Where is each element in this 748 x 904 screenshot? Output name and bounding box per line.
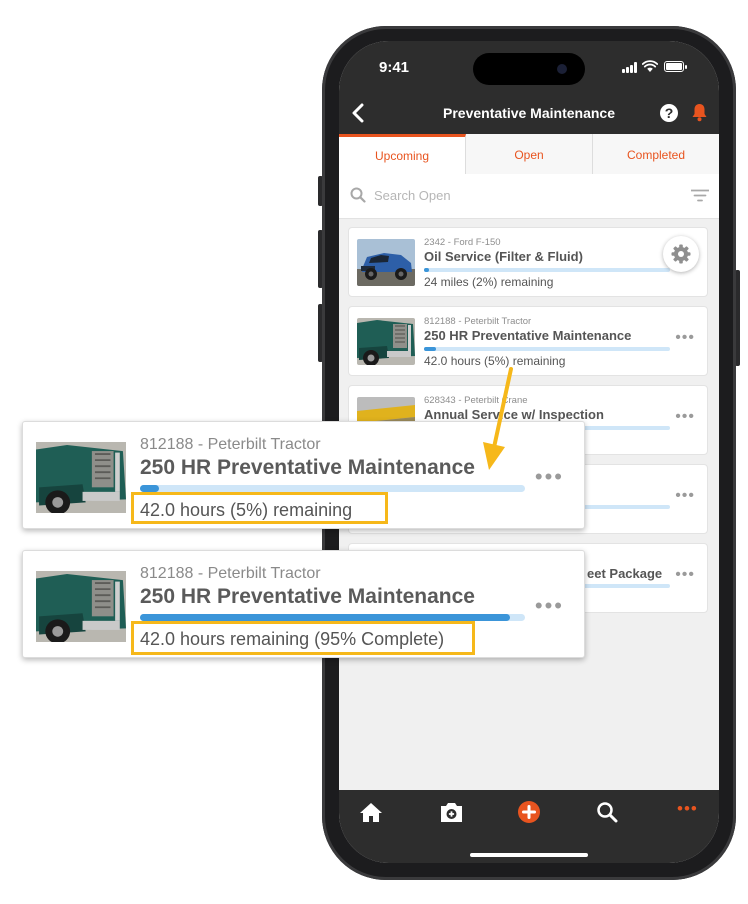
- search-nav-icon[interactable]: [596, 801, 618, 823]
- search-icon: [350, 187, 366, 203]
- progress-bar: [424, 347, 670, 351]
- list-item[interactable]: 2342 - Ford F-150 Oil Service (Filter & …: [348, 227, 708, 297]
- wifi-icon: [642, 60, 658, 72]
- more-options-icon: •••: [534, 593, 564, 618]
- highlight-box: [131, 621, 475, 655]
- more-options-icon[interactable]: •••: [675, 487, 695, 505]
- home-indicator: [470, 853, 588, 857]
- service-title: Oil Service (Filter & Fluid): [424, 249, 583, 264]
- callout-card-after: 812188 - Peterbilt Tractor 250 HR Preven…: [22, 550, 585, 658]
- settings-button[interactable]: [663, 236, 699, 272]
- vehicle-label: 812188 - Peterbilt Tractor: [424, 316, 532, 327]
- progress-bar: [140, 485, 525, 492]
- pointer-arrow-icon: [483, 367, 513, 470]
- add-circle-icon[interactable]: [518, 801, 540, 823]
- progress-fill: [140, 485, 160, 492]
- more-options-icon[interactable]: •••: [675, 408, 695, 426]
- truck-thumbnail: [357, 318, 415, 365]
- status-bar: 9:41: [339, 41, 719, 91]
- progress-bar: [140, 614, 525, 621]
- service-title: 250 HR Preventative Maintenance: [424, 328, 632, 343]
- search-bar[interactable]: Search Open: [339, 174, 719, 219]
- home-icon[interactable]: [359, 802, 383, 823]
- tab-upcoming[interactable]: Upcoming: [339, 134, 466, 174]
- back-icon[interactable]: [351, 103, 365, 123]
- truck-thumbnail: [36, 442, 126, 513]
- battery-icon: [664, 61, 684, 72]
- more-options-icon[interactable]: •••: [675, 566, 695, 584]
- filter-icon[interactable]: [691, 189, 709, 202]
- tab-bar: Upcoming Open Completed: [339, 134, 719, 175]
- truck-thumbnail: [36, 571, 126, 642]
- more-options-icon[interactable]: •••: [675, 329, 695, 347]
- status-time: 9:41: [379, 59, 410, 76]
- dynamic-island: [473, 53, 585, 85]
- more-icon[interactable]: •••: [677, 799, 698, 819]
- service-title: 250 HR Preventative Maintenance: [140, 456, 475, 479]
- service-title: eet Package: [587, 566, 663, 581]
- help-icon[interactable]: ?: [660, 104, 678, 122]
- service-title: 250 HR Preventative Maintenance: [140, 585, 475, 608]
- gear-icon: [671, 244, 691, 264]
- tab-open[interactable]: Open: [466, 134, 593, 174]
- progress-fill: [424, 268, 429, 272]
- vehicle-label: 812188 - Peterbilt Tractor: [140, 436, 321, 453]
- progress-fill: [424, 347, 437, 351]
- more-options-icon: •••: [534, 464, 564, 489]
- camera-add-icon[interactable]: [439, 801, 464, 823]
- app-bar: Preventative Maintenance ?: [339, 91, 719, 134]
- progress-bar: [424, 268, 670, 272]
- list-item[interactable]: 812188 - Peterbilt Tractor 250 HR Preven…: [348, 306, 708, 376]
- search-input[interactable]: Search Open: [374, 188, 451, 203]
- progress-fill: [140, 614, 510, 621]
- vehicle-thumbnail: [357, 239, 415, 286]
- cellular-signal-icon: [622, 62, 639, 73]
- highlight-box: [131, 492, 388, 524]
- remaining-text: 24 miles (2%) remaining: [424, 275, 554, 289]
- vehicle-label: 2342 - Ford F-150: [424, 237, 501, 248]
- vehicle-label: 812188 - Peterbilt Tractor: [140, 565, 321, 582]
- tab-completed[interactable]: Completed: [593, 134, 719, 174]
- bell-icon[interactable]: [691, 103, 708, 122]
